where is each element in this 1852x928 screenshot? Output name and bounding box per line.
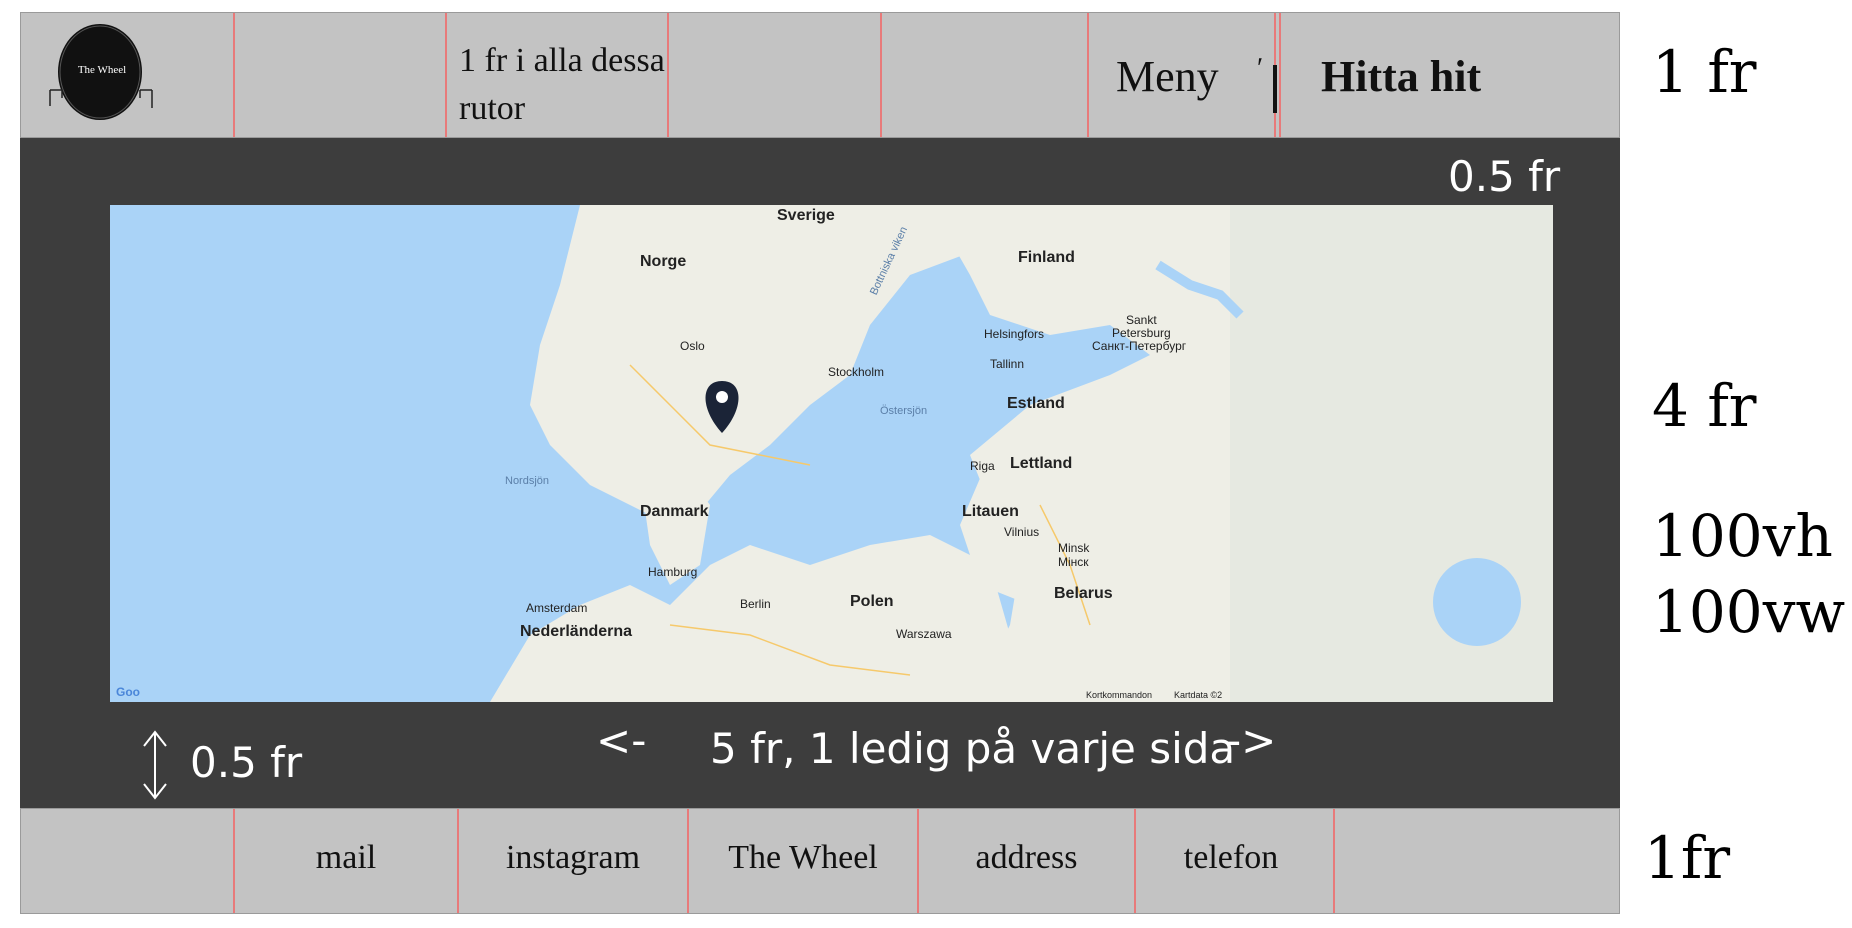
menu-label: Meny [1116, 52, 1219, 101]
find-us-button[interactable]: Hitta hit [1321, 51, 1481, 102]
map-google-logo[interactable]: Goo [116, 685, 140, 699]
header-note-line1: 1 fr i alla dessa [459, 42, 665, 79]
map-label-danmark: Danmark [640, 503, 709, 520]
grid-line [445, 13, 447, 137]
menu-caret-icon: ʹ [1257, 53, 1264, 84]
map-label-warszawa: Warszawa [896, 627, 952, 641]
footer-grid: mail instagram The Wheel address telefon [20, 808, 1620, 914]
map-label-petersburg: Petersburg [1112, 326, 1171, 340]
menu-button[interactable]: Meny [1116, 51, 1219, 102]
map-label-tallinn: Tallinn [990, 357, 1025, 371]
footer-link-telefon[interactable]: telefon [1136, 839, 1326, 877]
land-scandinavia [530, 205, 1010, 525]
map-label-polen: Polen [850, 593, 894, 610]
map-label-petersburg-ru: Санкт-Петербург [1092, 339, 1187, 353]
map-label-lettland: Lettland [1010, 455, 1073, 472]
width-note: 5 fr, 1 ledig på varje sida [710, 724, 1236, 773]
map-label-stockholm: Stockholm [828, 365, 885, 379]
footer-link-instagram[interactable]: instagram [459, 839, 687, 877]
logo-text: The Wheel [77, 64, 127, 76]
footer-link-the-wheel[interactable]: The Wheel [689, 839, 917, 877]
grid-line [233, 13, 235, 137]
grid-line [880, 13, 882, 137]
map-embed[interactable]: Sverige Norge Finland Bottniska viken He… [110, 205, 1553, 702]
map-label-helsingfors: Helsingfors [984, 327, 1045, 341]
map-label-norge: Norge [640, 253, 687, 270]
map-label-litauen: Litauen [962, 503, 1019, 520]
map-label-amsterdam: Amsterdam [526, 601, 588, 615]
footer-height-note: 1fr [1644, 824, 1731, 892]
logo[interactable]: The Wheel [28, 16, 158, 126]
grid-line [1333, 809, 1335, 913]
map-label-sverige: Sverige [777, 207, 835, 224]
header-height-note: 1 fr [1652, 38, 1757, 106]
grid-line [1087, 13, 1089, 137]
arrow-right-note: -> [1226, 716, 1277, 765]
map-label-hamburg: Hamburg [648, 565, 698, 579]
map-label-finland: Finland [1018, 249, 1075, 266]
top-gap-note: 0.5 fr [1448, 152, 1561, 201]
map-label-minsk: Minsk [1058, 541, 1090, 555]
map-label-nederlanderna: Nederländerna [520, 623, 633, 640]
map-label-berlin: Berlin [740, 597, 771, 611]
footer-link-mail[interactable]: mail [235, 839, 457, 877]
vertical-arrow-icon [143, 730, 167, 800]
map-label-nordsjon: Nordsjön [505, 475, 550, 487]
map-label-riga: Riga [970, 459, 995, 473]
lake-circle [1433, 558, 1521, 646]
map-attribution: Kartdata ©2 [1174, 690, 1223, 700]
map-label-ostersjon: Östersjön [880, 405, 928, 417]
grid-line [1279, 13, 1281, 137]
map-label-sankt: Sankt [1126, 313, 1157, 327]
map-label-vilnius: Vilnius [1004, 525, 1040, 539]
map-shortcuts-link[interactable]: Kortkommandon [1086, 690, 1152, 700]
menu-divider [1273, 65, 1277, 113]
bottom-gap-note: 0.5 fr [190, 738, 303, 787]
map-label-minsk-ru: Мінск [1058, 555, 1089, 569]
header-note-line2: rutor [459, 90, 526, 127]
grid-line [667, 13, 669, 137]
map-height-note: 4 fr [1652, 372, 1757, 440]
land-continent [490, 535, 1010, 702]
map-canvas [490, 205, 1553, 702]
viewport-width-note: 100vw [1652, 578, 1846, 646]
viewport-height-note: 100vh [1652, 502, 1833, 570]
header-grid: 1 fr i alla dessa rutor Meny ʹ Hitta hit [20, 12, 1620, 138]
footer-link-address[interactable]: address [919, 839, 1134, 877]
arrow-left-note: <- [596, 716, 647, 765]
find-us-label: Hitta hit [1321, 52, 1482, 101]
header-note: 1 fr i alla dessa rutor [459, 37, 665, 133]
map-label-estland: Estland [1007, 395, 1065, 412]
map-label-oslo: Oslo [680, 339, 705, 353]
map-label-belarus: Belarus [1054, 585, 1113, 602]
